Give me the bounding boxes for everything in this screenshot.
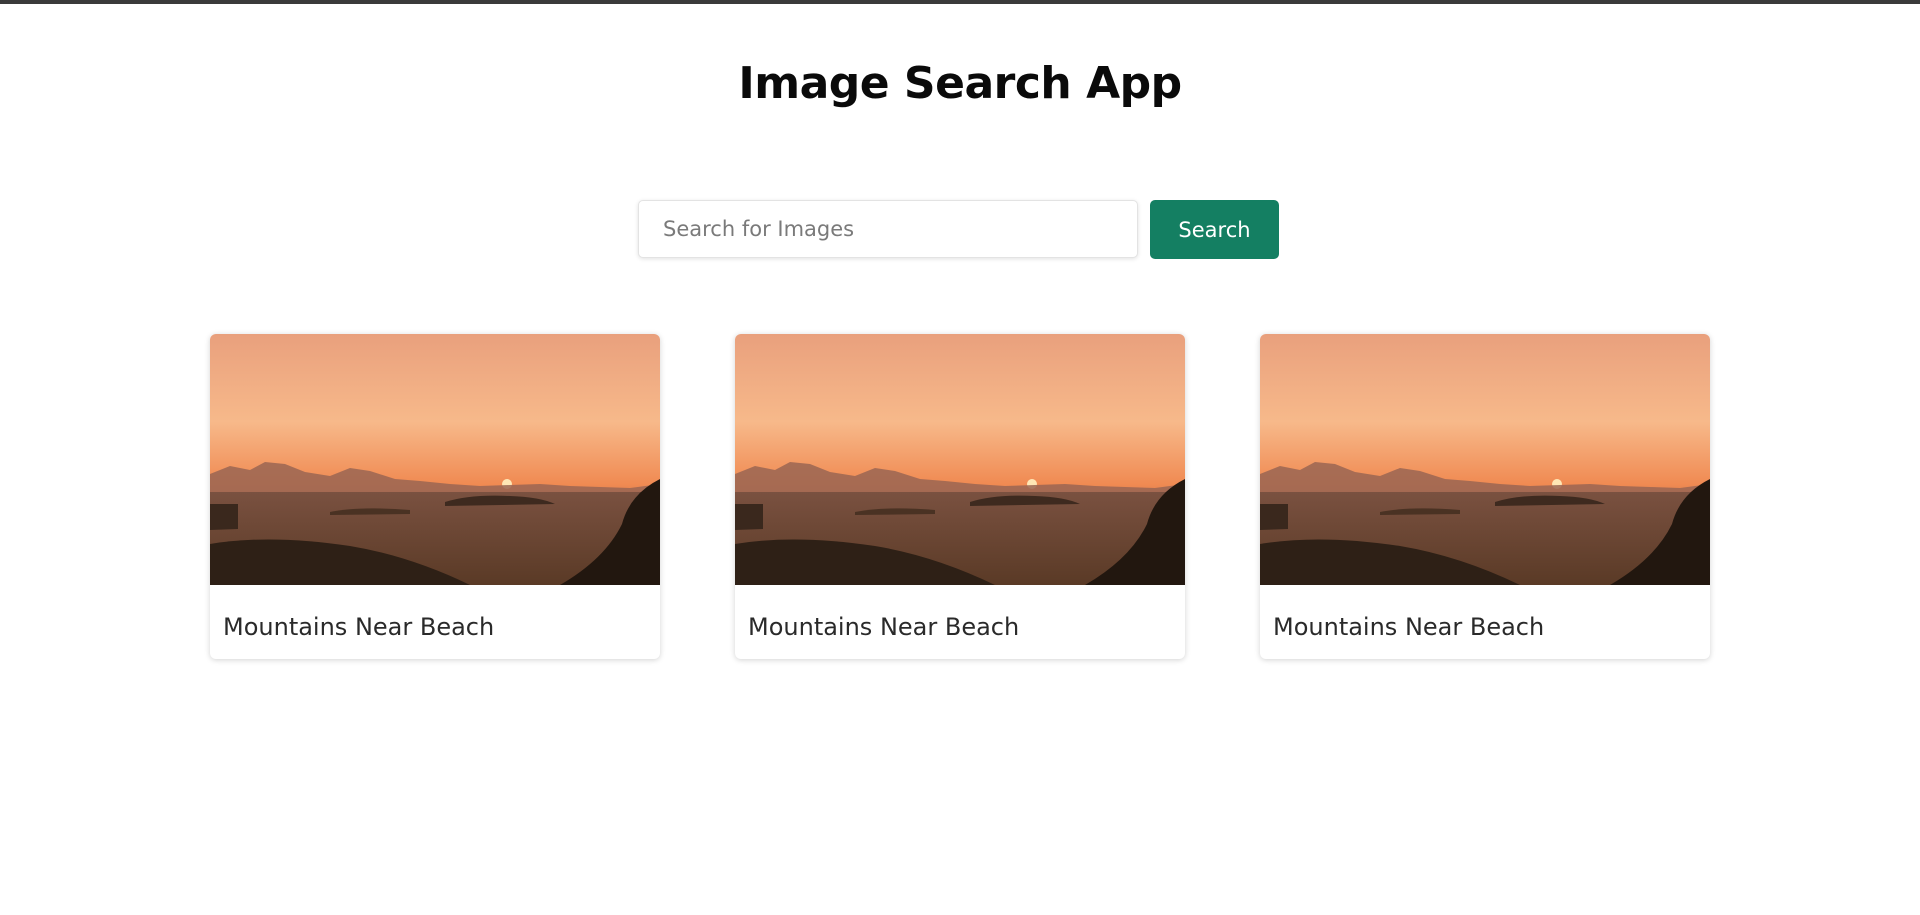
result-image[interactable] [1260, 334, 1710, 585]
result-title: Mountains Near Beach [748, 613, 1020, 641]
result-card[interactable]: Mountains Near Beach [1260, 334, 1710, 659]
page: Image Search App Search for Images Searc… [0, 0, 1920, 915]
result-image[interactable] [210, 334, 660, 585]
search-input[interactable] [638, 200, 1138, 258]
result-title: Mountains Near Beach [223, 613, 495, 641]
page-title: Image Search App [738, 58, 1182, 109]
search-form: Search [638, 200, 1279, 259]
search-button[interactable]: Search [1150, 200, 1279, 259]
top-border [0, 0, 1920, 4]
result-image[interactable] [735, 334, 1185, 585]
result-title: Mountains Near Beach [1273, 613, 1545, 641]
result-card[interactable]: Mountains Near Beach [210, 334, 660, 659]
result-card[interactable]: Mountains Near Beach [735, 334, 1185, 659]
search-results: Mountains Near Beach Mountains Near Beac… [210, 334, 1710, 659]
